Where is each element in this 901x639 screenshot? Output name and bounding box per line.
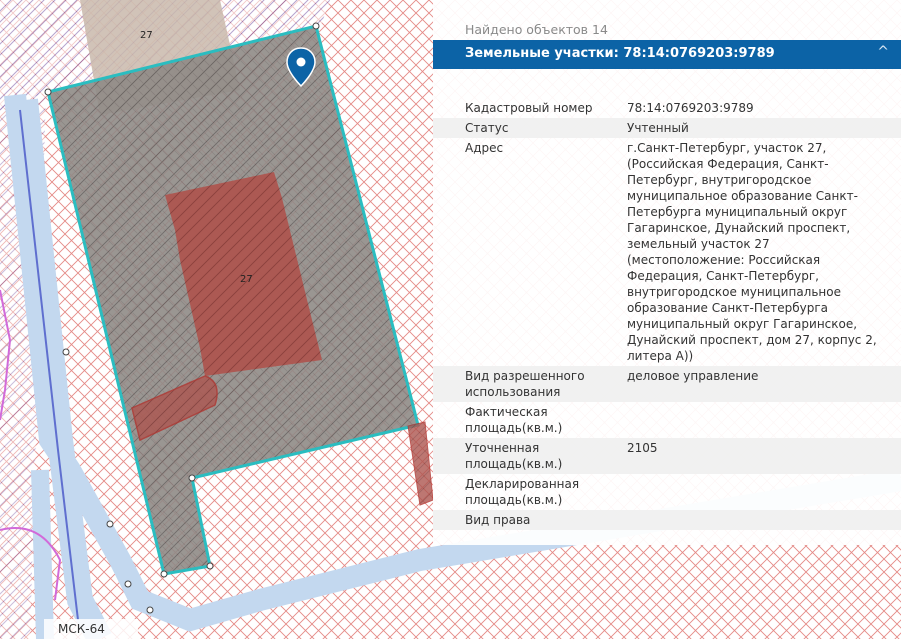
parcel-header-title: Земельные участки: 78:14:0769203:9789: [465, 46, 775, 61]
info-panel: Найдено объектов 14 Земельные участки: 7…: [433, 0, 901, 545]
attribute-row: Вид права: [433, 510, 901, 530]
attribute-key: Статус: [465, 121, 509, 135]
attribute-key: Кадастровый номер: [465, 101, 593, 115]
crs-label: МСК-64: [58, 622, 105, 636]
attribute-key: Фактическая площадь(кв.м.): [465, 405, 563, 435]
label-building: 27: [240, 274, 253, 285]
label-top: 27: [140, 30, 153, 41]
attribute-key: Декларированная площадь(кв.м.): [465, 477, 580, 507]
attribute-key: Вид права: [465, 513, 531, 527]
attribute-value: 78:14:0769203:9789: [627, 101, 754, 115]
crs-selector[interactable]: МСК-64: [44, 619, 138, 639]
found-count: Найдено объектов 14: [465, 22, 608, 37]
attribute-value: деловое управление: [627, 369, 759, 383]
attribute-row: Уточненная площадь(кв.м.) 2105: [433, 438, 901, 474]
attributes-table: Кадастровый номер 78:14:0769203:9789 Ста…: [433, 98, 901, 530]
attribute-key: Адрес: [465, 141, 504, 155]
attribute-row: Статус Учтенный: [433, 118, 901, 138]
road-branch: [31, 469, 54, 639]
attribute-row: Декларированная площадь(кв.м.): [433, 474, 901, 510]
attribute-key: Вид разрешенного использования: [465, 369, 585, 399]
attribute-value: [627, 476, 887, 508]
attribute-row: Вид разрешенного использования деловое у…: [433, 366, 901, 402]
attribute-key: Уточненная площадь(кв.м.): [465, 441, 563, 471]
parcel-header[interactable]: Земельные участки: 78:14:0769203:9789 ^: [433, 40, 901, 69]
attribute-value: [627, 512, 887, 528]
attribute-value: Учтенный: [627, 121, 689, 135]
attribute-value: 2105: [627, 441, 658, 455]
attribute-value: г.Санкт-Петербург, участок 27, (Российск…: [627, 141, 877, 363]
attribute-row: Адрес г.Санкт-Петербург, участок 27, (Ро…: [433, 138, 901, 366]
attribute-row: Фактическая площадь(кв.м.): [433, 402, 901, 438]
attribute-row: Кадастровый номер 78:14:0769203:9789: [433, 98, 901, 118]
attribute-value: [627, 404, 887, 436]
chevron-up-icon[interactable]: ^: [877, 44, 889, 60]
